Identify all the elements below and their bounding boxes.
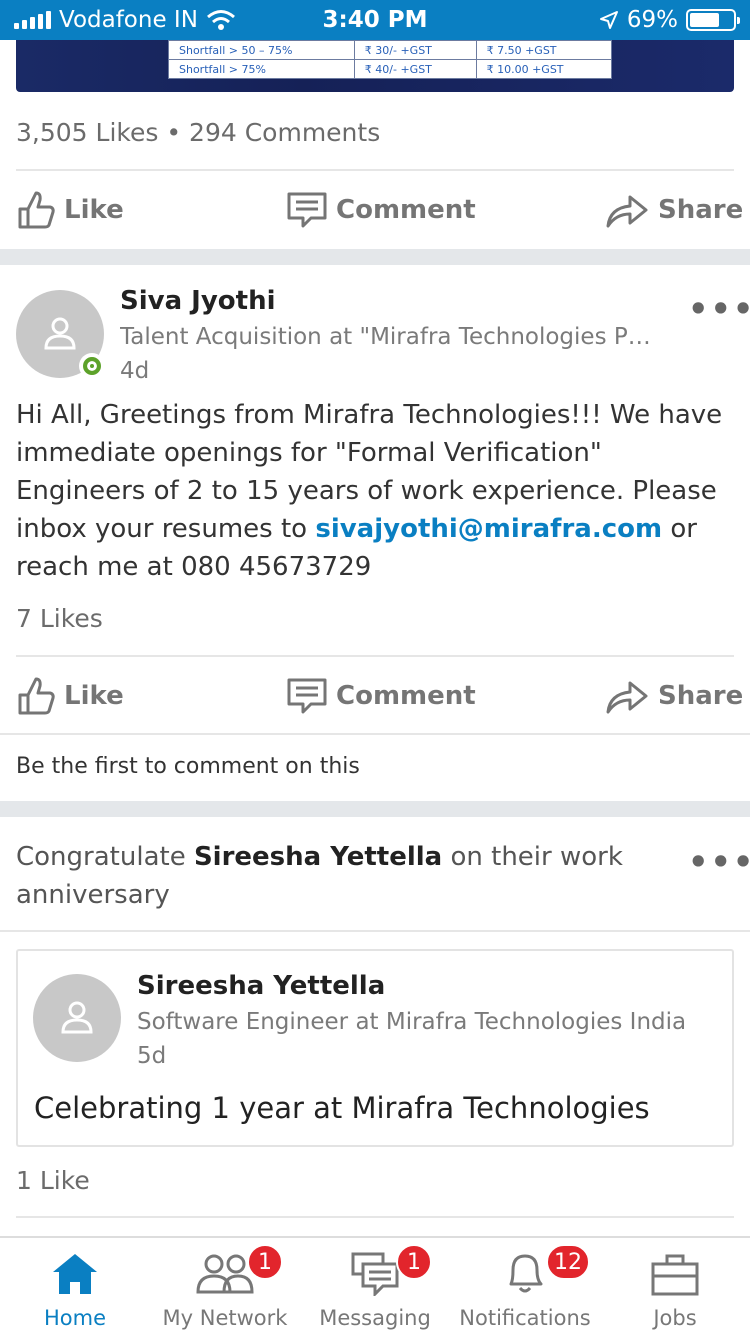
stats-separator: • — [166, 118, 182, 147]
anniversary-person[interactable]: Sireesha Yettella — [194, 842, 442, 872]
comment-icon — [286, 190, 328, 230]
post-body: Hi All, Greetings from Mirafra Technolog… — [16, 396, 734, 586]
feed-separator — [0, 249, 750, 265]
tab-home[interactable]: Home — [0, 1238, 150, 1334]
post-image[interactable]: Shortfall > 50 – 75% ₹ 30/- +GST ₹ 7.50 … — [16, 40, 734, 92]
person-icon — [44, 317, 76, 350]
first-comment-prompt[interactable]: Be the first to comment on this — [16, 754, 360, 779]
tab-messaging[interactable]: Messaging 1 — [300, 1238, 450, 1334]
anniversary-header: Congratulate Sireesha Yettella on their … — [16, 838, 656, 914]
card-message: Celebrating 1 year at Mirafra Technologi… — [34, 1091, 650, 1125]
thumbs-up-icon — [16, 675, 56, 717]
tab-label: Messaging — [319, 1306, 431, 1330]
more-options-icon[interactable]: ••• — [688, 290, 750, 328]
signal-icon — [14, 11, 51, 29]
comment-button[interactable]: Comment — [286, 171, 476, 249]
author-headline: Talent Acquisition at "Mirafra Technolog… — [120, 324, 660, 350]
like-label: Like — [64, 195, 124, 225]
bottom-tab-bar: Home My Network 1 Messaging 1 Notificati… — [0, 1236, 750, 1334]
messaging-icon — [349, 1238, 401, 1296]
notification-badge: 12 — [546, 1244, 590, 1280]
avatar[interactable] — [33, 974, 121, 1062]
share-icon — [604, 190, 650, 230]
wifi-icon — [206, 10, 235, 30]
carrier-name: Vodafone IN — [59, 7, 198, 33]
comment-button[interactable]: Comment — [286, 657, 476, 735]
card-headline: Software Engineer at Mirafra Technologie… — [137, 1009, 687, 1035]
card-name[interactable]: Sireesha Yettella — [137, 971, 385, 1001]
comment-icon — [286, 676, 328, 716]
status-bar: Vodafone IN 3:40 PM 69% — [0, 0, 750, 40]
like-button[interactable]: Like — [16, 171, 124, 249]
tab-jobs[interactable]: Jobs — [600, 1238, 750, 1334]
like-label: Like — [64, 681, 124, 711]
divider — [0, 930, 750, 932]
tab-label: Jobs — [653, 1306, 697, 1330]
person-icon — [61, 1001, 93, 1034]
notification-badge: 1 — [247, 1244, 283, 1280]
email-link[interactable]: sivajyothi@mirafra.com — [315, 514, 662, 544]
share-icon — [604, 676, 650, 716]
like-button[interactable]: Like — [16, 657, 124, 735]
tab-notifications[interactable]: Notifications 12 — [450, 1238, 600, 1334]
action-row: Like Comment Share — [16, 657, 743, 735]
share-label: Share — [658, 195, 744, 225]
comments-count[interactable]: 294 Comments — [189, 118, 380, 147]
comment-label: Comment — [336, 195, 476, 225]
location-icon — [599, 11, 618, 29]
congrats-prefix: Congratulate — [16, 842, 194, 872]
action-row: Like Comment Share — [16, 171, 743, 249]
table-cell: ₹ 10.00 +GST — [475, 59, 613, 79]
thumbs-up-icon — [16, 189, 56, 231]
table-cell: ₹ 40/- +GST — [353, 59, 477, 79]
card-age: 5d — [137, 1043, 167, 1069]
share-button[interactable]: Share — [604, 171, 743, 249]
network-icon — [194, 1238, 256, 1296]
bell-icon — [503, 1238, 547, 1296]
battery-percent: 69% — [626, 7, 678, 33]
image-table: Shortfall > 50 – 75% ₹ 30/- +GST ₹ 7.50 … — [168, 40, 613, 79]
tab-label: My Network — [162, 1306, 288, 1330]
share-button[interactable]: Share — [604, 657, 743, 735]
table-cell: ₹ 30/- +GST — [353, 40, 477, 60]
online-status-icon — [79, 353, 105, 379]
tab-my-network[interactable]: My Network 1 — [150, 1238, 300, 1334]
more-options-icon[interactable]: ••• — [688, 843, 750, 881]
post-stats: 3,505 Likes • 294 Comments — [16, 118, 380, 147]
post-age: 4d — [120, 358, 150, 384]
share-label: Share — [658, 681, 744, 711]
tab-label: Home — [43, 1306, 106, 1330]
battery-icon — [686, 9, 740, 31]
briefcase-icon — [650, 1238, 700, 1296]
table-cell: ₹ 7.50 +GST — [475, 40, 613, 60]
divider — [0, 733, 750, 735]
anniversary-likes[interactable]: 1 Like — [16, 1166, 90, 1195]
comment-label: Comment — [336, 681, 476, 711]
feed-separator — [0, 801, 750, 817]
author-name[interactable]: Siva Jyothi — [120, 286, 276, 316]
table-cell: Shortfall > 50 – 75% — [168, 40, 355, 60]
notification-badge: 1 — [396, 1244, 432, 1280]
anniversary-card[interactable]: Sireesha Yettella Software Engineer at M… — [16, 949, 734, 1147]
post-likes[interactable]: 7 Likes — [16, 604, 103, 633]
likes-count[interactable]: 3,505 Likes — [16, 118, 158, 147]
table-cell: Shortfall > 75% — [168, 59, 355, 79]
tab-label: Notifications — [459, 1306, 591, 1330]
divider — [16, 1216, 734, 1218]
home-icon — [51, 1238, 99, 1296]
